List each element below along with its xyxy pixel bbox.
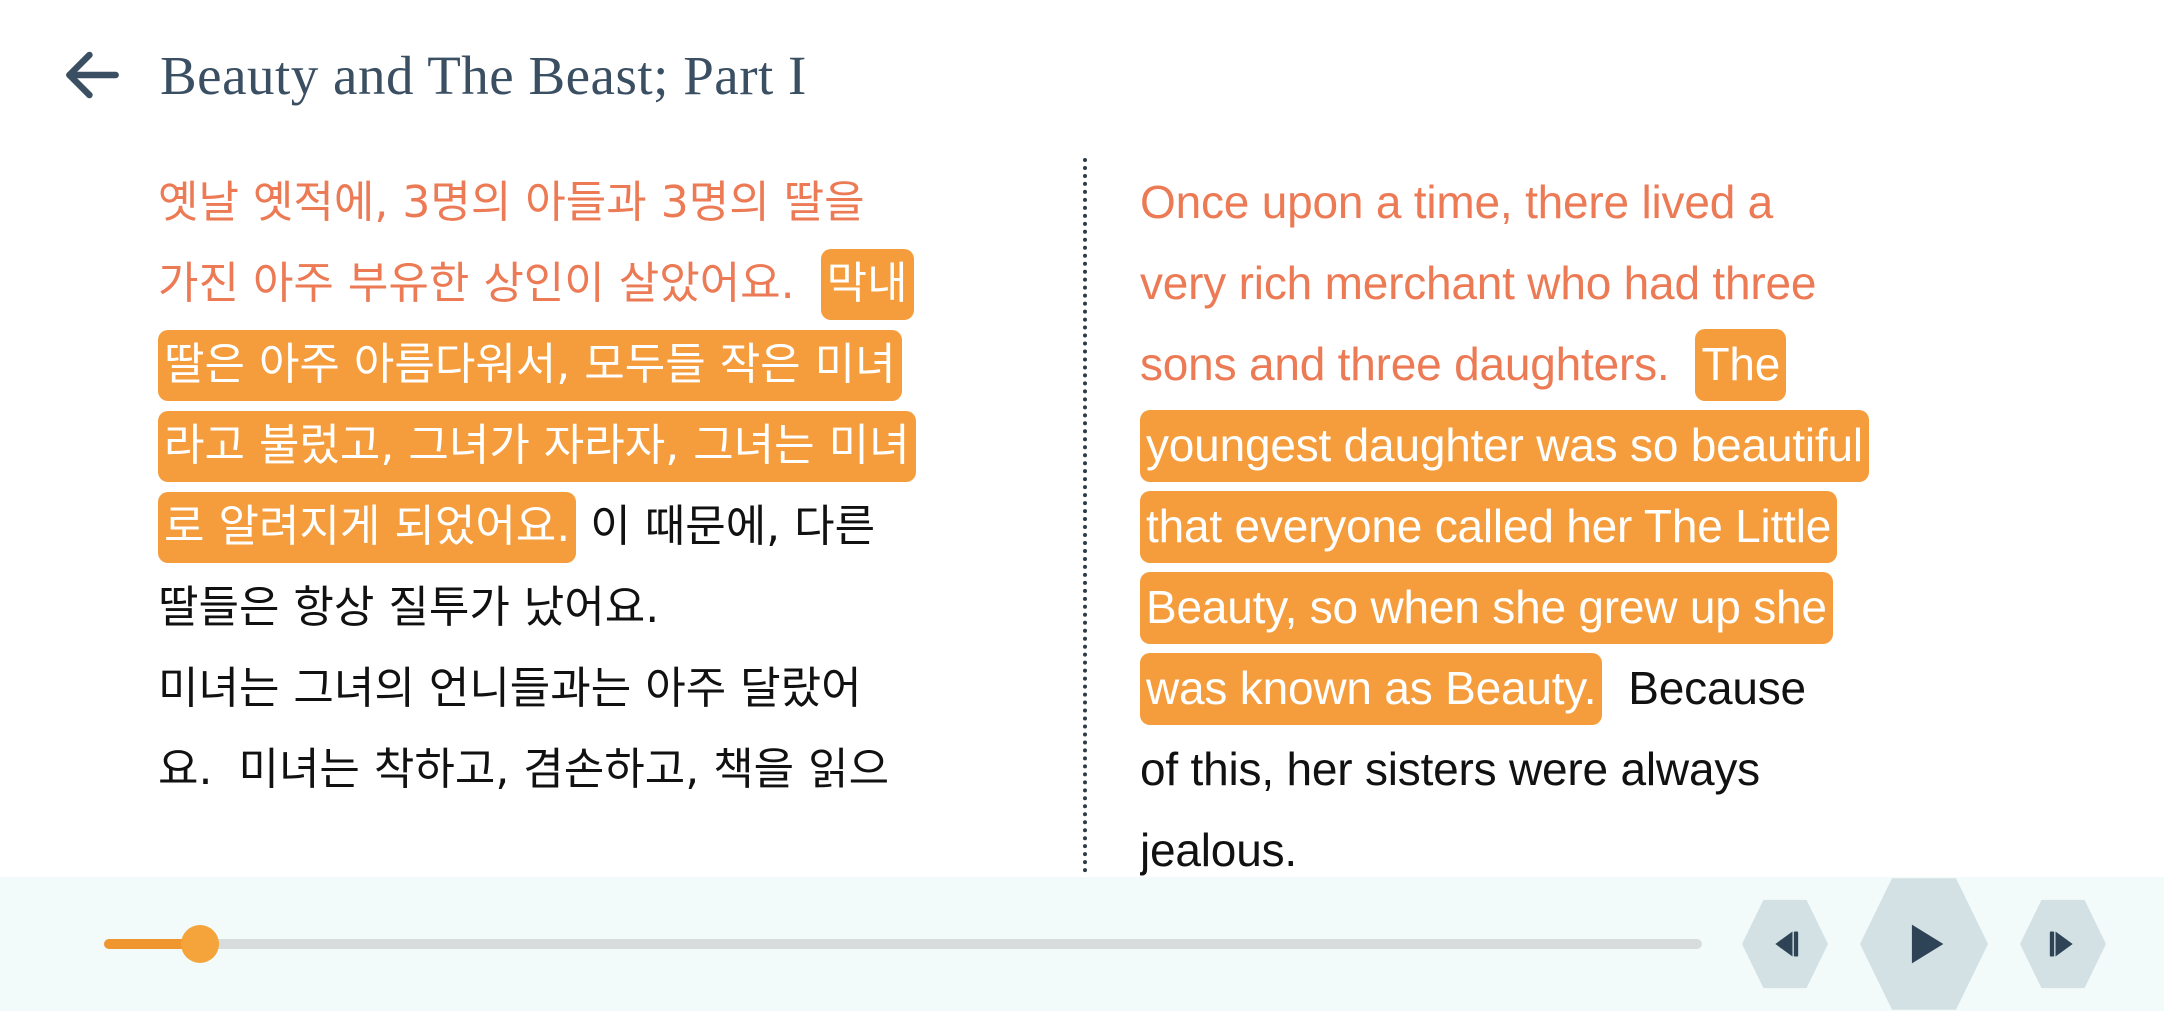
- english-spoken-text[interactable]: sons and three daughters.: [1140, 338, 1670, 390]
- korean-upcoming-text[interactable]: 요.: [158, 744, 212, 795]
- english-upcoming-text[interactable]: of this, her sisters were always: [1140, 743, 1760, 795]
- playback-progress-slider[interactable]: [104, 924, 1702, 964]
- korean-line: 옛날 옛적에, 3명의 아들과 3명의 딸을: [158, 162, 1018, 243]
- english-text-column[interactable]: Once upon a time, there lived a very rich…: [1140, 150, 2020, 877]
- korean-line: 로 알려지게 되었어요. 이 때문에, 다른: [158, 486, 1018, 567]
- korean-line: 라고 불렀고, 그녀가 자라자, 그녀는 미녀: [158, 405, 1018, 486]
- english-line: jealous.: [1140, 810, 2020, 877]
- korean-upcoming-text[interactable]: 미녀는 착하고, 겸손하고, 책을 읽으: [238, 744, 889, 795]
- korean-highlighted-text[interactable]: 라고 불렀고, 그녀가 자라자, 그녀는 미녀: [158, 411, 916, 482]
- play-button[interactable]: [1860, 878, 1988, 1010]
- korean-upcoming-text[interactable]: 딸들은 항상 질투가 났어요.: [158, 582, 659, 633]
- english-spoken-text[interactable]: very rich merchant who had three: [1140, 257, 1816, 309]
- korean-text-column[interactable]: 옛날 옛적에, 3명의 아들과 3명의 딸을가진 아주 부유한 상인이 살았어요…: [158, 150, 1018, 877]
- korean-highlighted-text[interactable]: 딸은 아주 아름다워서, 모두들 작은 미녀: [158, 330, 902, 401]
- english-spoken-text[interactable]: Once upon a time, there lived a: [1140, 176, 1773, 228]
- back-button[interactable]: [52, 36, 130, 114]
- korean-upcoming-text[interactable]: 미녀는 그녀의 언니들과는 아주 달랐어: [158, 663, 862, 714]
- english-highlighted-text[interactable]: was known as Beauty.: [1140, 653, 1603, 725]
- english-line: youngest daughter was so beautiful: [1140, 405, 2020, 486]
- korean-highlighted-text[interactable]: 로 알려지게 되었어요.: [158, 492, 577, 563]
- korean-line: 딸은 아주 아름다워서, 모두들 작은 미녀: [158, 324, 1018, 405]
- reader-body: 옛날 옛적에, 3명의 아들과 3명의 딸을가진 아주 부유한 상인이 살았어요…: [0, 150, 2164, 877]
- english-highlighted-text[interactable]: The: [1695, 329, 1787, 401]
- page-title: Beauty and The Beast; Part I: [160, 44, 807, 106]
- play-icon: [1895, 915, 1953, 973]
- previous-sentence-button[interactable]: [1742, 899, 1828, 989]
- next-sentence-button[interactable]: [2020, 899, 2106, 989]
- english-line: sons and three daughters. The: [1140, 324, 2020, 405]
- korean-line: 요. 미녀는 착하고, 겸손하고, 책을 읽으: [158, 729, 1018, 810]
- korean-line: 가진 아주 부유한 상인이 살았어요. 막내: [158, 243, 1018, 324]
- column-divider: [1083, 158, 1087, 873]
- english-line: Beauty, so when she grew up she: [1140, 567, 2020, 648]
- playback-controls: [1742, 874, 2106, 1014]
- slider-thumb[interactable]: [180, 925, 219, 963]
- slider-track: [104, 939, 1702, 949]
- korean-spoken-text[interactable]: 가진 아주 부유한 상인이 살았어요.: [158, 258, 795, 309]
- english-highlighted-text[interactable]: Beauty, so when she grew up she: [1140, 572, 1833, 644]
- app-header: Beauty and The Beast; Part I: [0, 0, 2164, 150]
- english-highlighted-text[interactable]: that everyone called her The Little: [1140, 491, 1838, 563]
- korean-spoken-text[interactable]: 옛날 옛적에, 3명의 아들과 3명의 딸을: [158, 177, 865, 228]
- skip-forward-icon: [2043, 924, 2083, 964]
- english-upcoming-text[interactable]: jealous.: [1140, 824, 1297, 876]
- english-line: very rich merchant who had three: [1140, 243, 2020, 324]
- english-line: of this, her sisters were always: [1140, 729, 2020, 810]
- korean-line: 딸들은 항상 질투가 났어요.: [158, 567, 1018, 648]
- english-line: Once upon a time, there lived a: [1140, 162, 2020, 243]
- arrow-left-icon: [54, 38, 128, 112]
- korean-paragraph: 옛날 옛적에, 3명의 아들과 3명의 딸을가진 아주 부유한 상인이 살았어요…: [158, 162, 1018, 810]
- english-paragraph: Once upon a time, there lived a very rich…: [1140, 162, 2020, 877]
- skip-back-icon: [1765, 924, 1805, 964]
- korean-upcoming-text[interactable]: 이 때문에, 다른: [590, 501, 875, 552]
- english-line: that everyone called her The Little: [1140, 486, 2020, 567]
- korean-line: 미녀는 그녀의 언니들과는 아주 달랐어: [158, 648, 1018, 729]
- english-highlighted-text[interactable]: youngest daughter was so beautiful: [1140, 410, 1869, 482]
- english-upcoming-text[interactable]: Because: [1628, 662, 1806, 714]
- audio-player-bar: [0, 877, 2164, 1011]
- korean-highlighted-text[interactable]: 막내: [820, 249, 914, 320]
- english-line: was known as Beauty. Because: [1140, 648, 2020, 729]
